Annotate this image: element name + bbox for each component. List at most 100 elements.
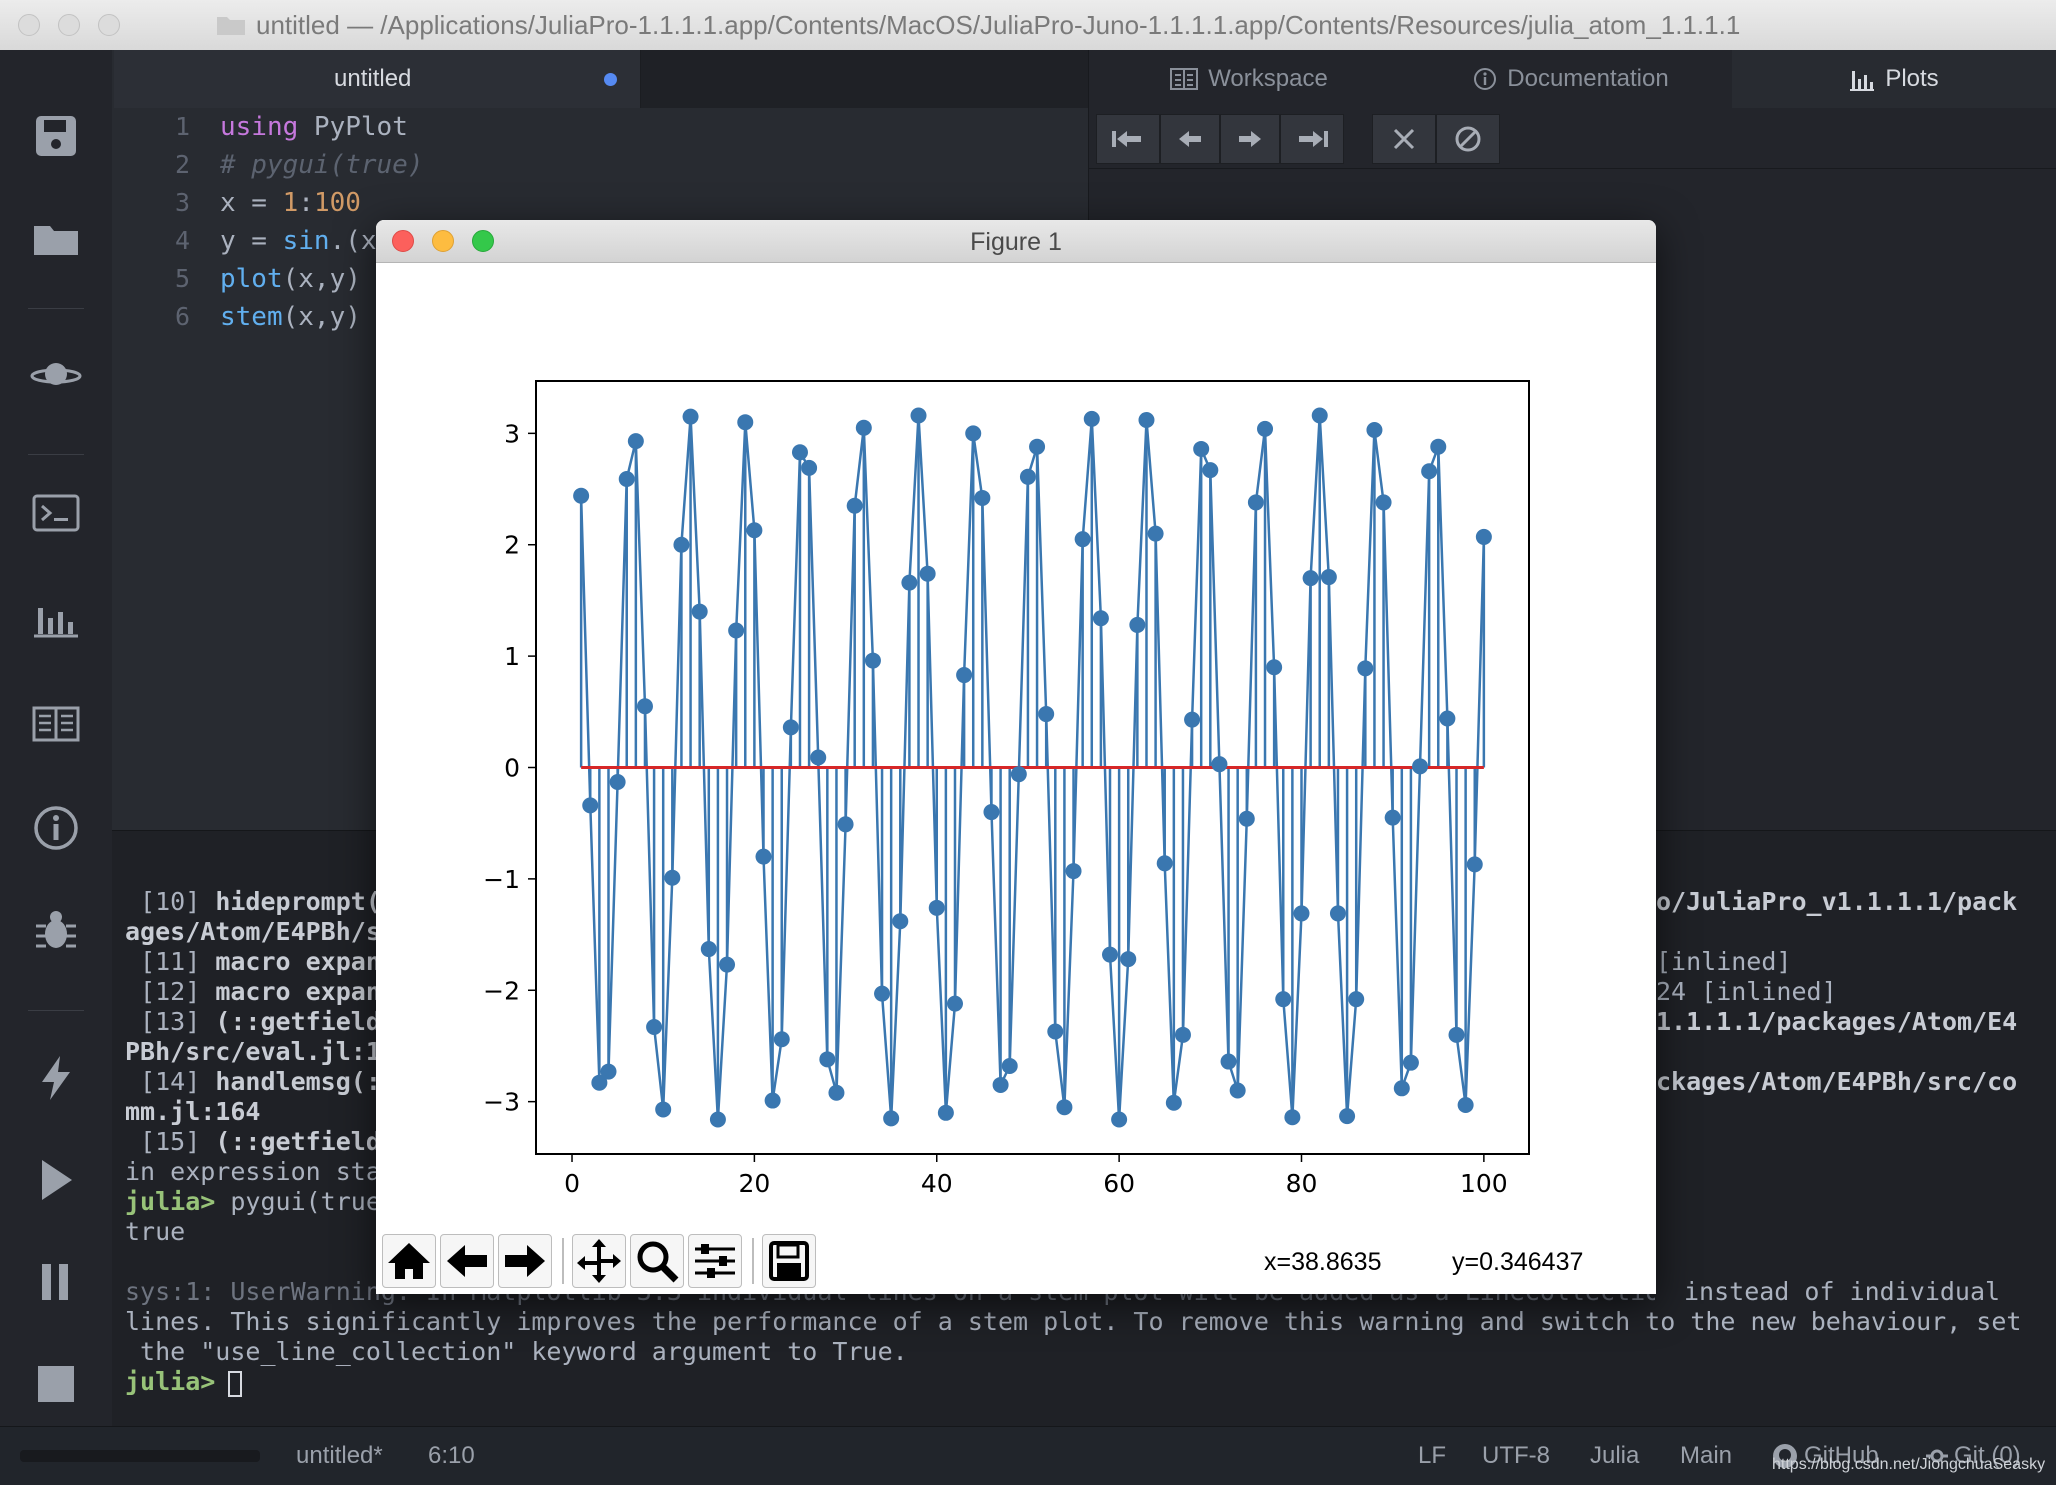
stem-marker	[1329, 905, 1346, 922]
back-button[interactable]	[440, 1234, 494, 1288]
status-line-ending[interactable]: LF	[1418, 1442, 1446, 1470]
window-title: untitled — /Applications/JuliaPro-1.1.1.…	[256, 10, 1741, 40]
console-line: 24 [inlined]	[1656, 977, 1837, 1006]
status-grammar[interactable]: Julia	[1590, 1442, 1639, 1470]
stem-marker	[1229, 1082, 1246, 1099]
tool-sidebar	[0, 50, 113, 1426]
planet-icon[interactable]	[28, 346, 84, 402]
stem-marker	[1238, 810, 1255, 827]
forward-button[interactable]	[498, 1234, 552, 1288]
last-icon	[1299, 131, 1328, 147]
code-token: sin	[282, 226, 330, 256]
save-icon[interactable]	[28, 108, 84, 164]
stem-marker	[810, 749, 827, 766]
status-encoding[interactable]: UTF-8	[1482, 1442, 1550, 1470]
first-icon	[1112, 131, 1141, 147]
code-line[interactable]: y = sin.(x	[220, 226, 377, 256]
tab-plots[interactable]: Plots	[1732, 50, 2056, 108]
window-titlebar: untitled — /Applications/JuliaPro-1.1.1.…	[0, 0, 2056, 51]
editor-tabbar	[640, 50, 1088, 108]
tab-workspace-label: Workspace	[1208, 65, 1328, 92]
previous-plot-button[interactable]	[1160, 114, 1220, 164]
close-plot-button[interactable]	[1372, 114, 1436, 164]
previous-icon	[1179, 131, 1201, 147]
stem-marker	[627, 433, 644, 450]
stem-marker	[1293, 905, 1310, 922]
code-token: stem	[220, 302, 283, 332]
line-number: 5	[174, 264, 190, 293]
stem-marker	[582, 797, 599, 814]
bug-icon[interactable]	[28, 902, 84, 958]
stem-marker	[737, 414, 754, 431]
info-icon[interactable]	[28, 800, 84, 856]
folder-icon	[217, 17, 245, 35]
pause-icon[interactable]	[28, 1254, 84, 1310]
console-cursor[interactable]	[228, 1371, 242, 1397]
matplotlib-toolbar: x=38.8635 y=0.346437	[376, 1226, 1656, 1294]
tab-untitled[interactable]: untitled	[114, 50, 641, 108]
console-line: ckages/Atom/E4PBh/src/co	[1656, 1067, 2018, 1096]
play-icon[interactable]	[28, 1152, 84, 1208]
lightning-icon[interactable]	[28, 1050, 84, 1106]
status-cursor-position[interactable]: 6:10	[428, 1442, 475, 1470]
stem-marker	[1111, 1111, 1128, 1128]
y-tick-label: −3	[483, 1088, 520, 1117]
code-token: (x,y)	[282, 302, 361, 332]
stem-marker	[773, 1031, 790, 1048]
stem-marker	[664, 869, 681, 886]
folder-icon[interactable]	[28, 212, 84, 268]
stem-marker	[1366, 422, 1383, 439]
code-token: y =	[220, 226, 283, 256]
pan-button[interactable]	[572, 1234, 626, 1288]
stem-marker	[1439, 710, 1456, 727]
figure-window[interactable]: Figure 1 0 20 40 60 80 100 −3 −2 −1 0 1 2 3 x=38.863…	[376, 220, 1656, 1294]
code-line[interactable]: plot(x,y)	[220, 264, 361, 294]
stem-marker	[956, 667, 973, 684]
console-line: [10] hideprompt(	[125, 887, 381, 916]
tab-workspace[interactable]: Workspace	[1088, 50, 1410, 108]
stem-marker	[937, 1104, 954, 1121]
line-number: 2	[174, 150, 190, 179]
code-line[interactable]: stem(x,y)	[220, 302, 361, 332]
zoom-window-button[interactable]	[98, 14, 120, 36]
stem-marker	[764, 1092, 781, 1109]
last-plot-button[interactable]	[1280, 114, 1344, 164]
save-figure-button[interactable]	[762, 1234, 816, 1288]
figure-title: Figure 1	[970, 228, 1062, 256]
home-button[interactable]	[382, 1234, 436, 1288]
stem-marker	[1393, 1080, 1410, 1097]
toolbar-separator	[752, 1238, 754, 1284]
status-module[interactable]: Main	[1680, 1442, 1732, 1470]
status-file[interactable]: untitled*	[296, 1442, 383, 1470]
close-window-button[interactable]	[18, 14, 40, 36]
stem-marker	[828, 1084, 845, 1101]
stem-marker	[1074, 531, 1091, 548]
terminal-icon[interactable]	[28, 486, 84, 542]
plots-icon[interactable]	[28, 590, 84, 646]
first-plot-button[interactable]	[1096, 114, 1160, 164]
code-token: 100	[313, 188, 361, 218]
stem-marker	[1466, 856, 1483, 873]
stem-plot[interactable]: 0 20 40 60 80 100 −3 −2 −1 0 1 2 3	[376, 262, 1656, 1226]
code-line[interactable]: x = 1:100	[220, 188, 361, 218]
console-token: handlemsg(:	[215, 1067, 381, 1096]
clear-plots-button[interactable]	[1436, 114, 1500, 164]
progress-bar	[20, 1450, 260, 1462]
code-token: PyPlot	[298, 112, 408, 142]
configure-button[interactable]	[688, 1234, 742, 1288]
stem-marker	[819, 1051, 836, 1068]
code-line[interactable]: # pygui(true)	[220, 150, 424, 180]
code-line[interactable]: using PyPlot	[220, 112, 408, 142]
y-tick-label: −1	[483, 865, 520, 894]
zoom-button[interactable]	[630, 1234, 684, 1288]
minimize-window-button[interactable]	[58, 14, 80, 36]
next-plot-button[interactable]	[1220, 114, 1280, 164]
stem-marker	[1156, 855, 1173, 872]
docs-icon[interactable]	[28, 696, 84, 752]
stem-marker	[1402, 1054, 1419, 1071]
tab-documentation[interactable]: Documentation	[1410, 50, 1732, 108]
code-token: .(x	[329, 226, 377, 256]
x-tick-label: 0	[564, 1169, 580, 1198]
console-line: [13] (::getfield	[125, 1007, 381, 1036]
stop-icon[interactable]	[28, 1356, 84, 1412]
